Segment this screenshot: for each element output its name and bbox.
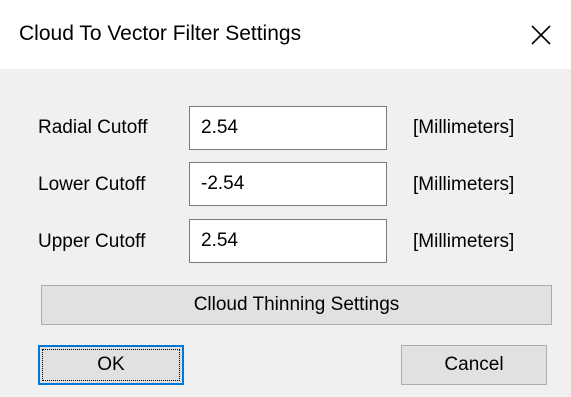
upper-cutoff-unit: [Millimeters] <box>413 231 515 252</box>
ok-label: OK <box>97 354 125 375</box>
upper-cutoff-label: Upper Cutoff <box>38 231 146 252</box>
dialog-title: Cloud To Vector Filter Settings <box>19 22 302 45</box>
cancel-button[interactable]: Cancel <box>401 345 547 385</box>
radial-cutoff-input[interactable] <box>189 106 387 150</box>
lower-cutoff-input[interactable] <box>189 162 387 206</box>
ok-button[interactable]: OK <box>38 345 184 385</box>
close-icon <box>531 24 551 45</box>
close-button[interactable] <box>511 0 571 69</box>
radial-cutoff-label: Radial Cutoff <box>38 117 148 138</box>
cloud-thinning-settings-button[interactable]: Clloud Thinning Settings <box>41 285 552 325</box>
radial-cutoff-unit: [Millimeters] <box>413 117 515 138</box>
lower-cutoff-unit: [Millimeters] <box>413 174 515 195</box>
upper-cutoff-input[interactable] <box>189 219 387 263</box>
title-bar[interactable]: Cloud To Vector Filter Settings <box>0 0 571 69</box>
lower-cutoff-label: Lower Cutoff <box>38 174 146 195</box>
filter-settings-dialog: Cloud To Vector Filter Settings Radial C… <box>0 0 571 397</box>
cloud-thinning-settings-label: Clloud Thinning Settings <box>193 294 400 315</box>
cancel-label: Cancel <box>444 354 504 375</box>
